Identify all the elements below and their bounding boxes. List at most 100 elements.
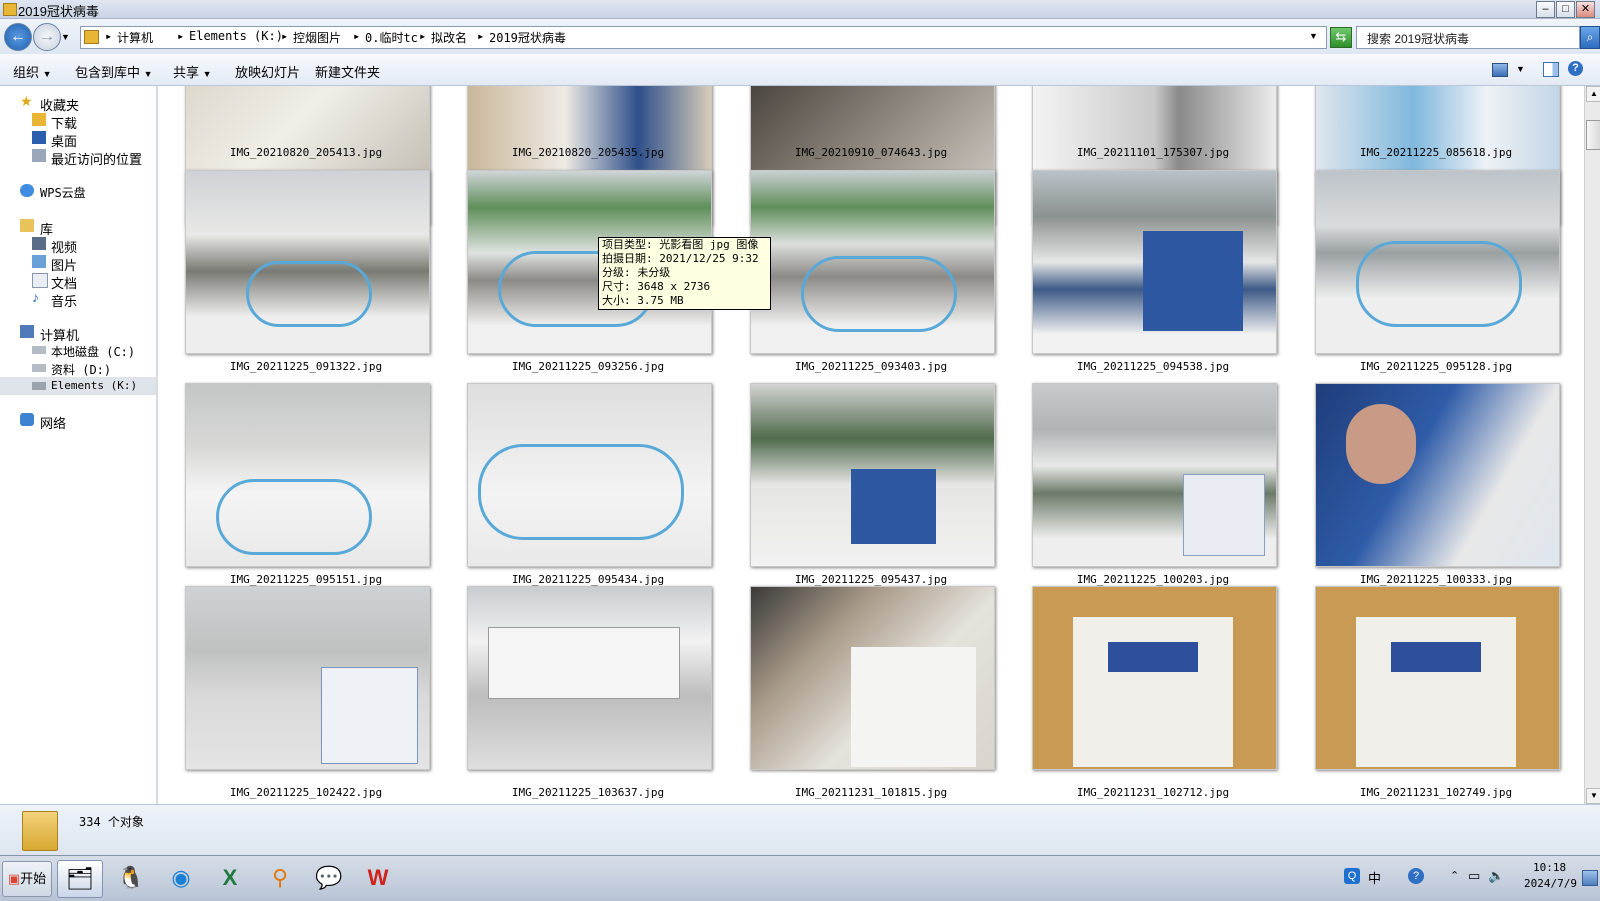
show-desktop-button[interactable] [1582, 870, 1598, 886]
nav-network[interactable]: 网络 [0, 412, 150, 431]
breadcrumb-sep-icon[interactable]: ▸ [353, 29, 360, 43]
thumbnail[interactable] [185, 170, 430, 354]
nav-computer[interactable]: 计算机 [0, 324, 150, 343]
breadcrumb-nigaiming[interactable]: 拟改名 [431, 29, 467, 46]
start-button[interactable]: ▣开始 [2, 861, 52, 897]
nav-videos[interactable]: 视频 [0, 236, 150, 255]
file-name[interactable]: IMG_20211225_103637.jpg [458, 786, 718, 799]
ime-indicator[interactable]: 中 [1368, 868, 1381, 887]
breadcrumb-elements[interactable]: Elements (K:) [189, 29, 283, 43]
nav-recent[interactable]: 最近访问的位置 [0, 148, 150, 167]
thumbnail[interactable] [1315, 170, 1560, 354]
view-dropdown-icon[interactable]: ▼ [1516, 64, 1525, 74]
nav-desktop[interactable]: 桌面 [0, 130, 150, 149]
nav-music[interactable]: ♪ 音乐 [0, 289, 150, 309]
file-name[interactable]: IMG_20211225_093403.jpg [741, 360, 1001, 373]
breadcrumb-kongyan[interactable]: 控烟图片 [293, 29, 341, 46]
minimize-button[interactable]: – [1536, 1, 1555, 18]
nav-downloads[interactable]: 下载 [0, 112, 150, 131]
file-name[interactable]: IMG_20211225_095128.jpg [1306, 360, 1566, 373]
file-name[interactable]: IMG_20211225_100333.jpg [1306, 573, 1566, 586]
file-name[interactable]: IMG_20211225_093256.jpg [458, 360, 718, 373]
file-name[interactable]: IMG_20211225_100203.jpg [1023, 573, 1283, 586]
thumbnail[interactable] [750, 586, 995, 770]
help-tray-icon[interactable]: ? [1408, 868, 1424, 884]
slideshow-button[interactable]: 放映幻灯片 [235, 62, 300, 81]
share-menu[interactable]: 共享 ▼ [173, 62, 212, 81]
nav-wps-cloud[interactable]: WPS云盘 [0, 183, 150, 201]
breadcrumb-sep-icon[interactable]: ▸ [477, 29, 484, 43]
network-tray-icon[interactable]: ▭ [1468, 868, 1480, 884]
file-name[interactable]: IMG_20211225_102422.jpg [176, 786, 436, 799]
scroll-down-arrow-icon[interactable]: ▼ [1586, 788, 1600, 804]
organize-menu[interactable]: 组织 ▼ [13, 62, 52, 81]
thumbnail[interactable] [185, 586, 430, 770]
forward-button[interactable]: → [33, 23, 61, 51]
clock-time[interactable]: 10:18 [1533, 861, 1566, 874]
breadcrumb-computer[interactable]: 计算机 [117, 29, 153, 46]
back-button[interactable]: ← [4, 23, 32, 51]
breadcrumb-sep-icon[interactable]: ▸ [105, 29, 112, 43]
thumbnail[interactable] [1032, 170, 1277, 354]
address-dropdown-icon[interactable]: ▼ [1309, 31, 1318, 41]
explorer-taskbar-icon[interactable]: 🗂 [57, 860, 103, 898]
search-input[interactable]: 搜索 2019冠状病毒 [1356, 26, 1580, 49]
file-name[interactable]: IMG_20211231_102749.jpg [1306, 786, 1566, 799]
scroll-thumb[interactable] [1586, 120, 1600, 150]
close-button[interactable]: ✕ [1576, 1, 1595, 18]
thumbnail[interactable] [467, 586, 712, 770]
nav-pictures[interactable]: 图片 [0, 254, 150, 273]
nav-favorites[interactable]: ★ 收藏夹 [0, 93, 150, 113]
recent-pages-dropdown[interactable]: ▼ [61, 32, 70, 42]
breadcrumb-current[interactable]: 2019冠状病毒 [489, 29, 566, 46]
clock-date[interactable]: 2024/7/9 [1524, 877, 1577, 890]
volume-icon[interactable]: 🔈 [1488, 868, 1504, 884]
thumbnail[interactable] [185, 383, 430, 567]
thumbnail[interactable] [1032, 586, 1277, 770]
scroll-up-arrow-icon[interactable]: ▲ [1586, 86, 1600, 102]
thumbnail[interactable] [750, 383, 995, 567]
thumbnail[interactable] [1032, 383, 1277, 567]
file-name[interactable]: IMG_20211225_095437.jpg [741, 573, 1001, 586]
excel-taskbar-icon[interactable]: X [208, 860, 252, 896]
file-name[interactable]: IMG_20211225_095434.jpg [458, 573, 718, 586]
vertical-scrollbar[interactable]: ▲ ▼ [1584, 86, 1600, 804]
thumbnail[interactable] [467, 383, 712, 567]
thumbnail[interactable] [1315, 383, 1560, 567]
file-name[interactable]: IMG_20210820_205435.jpg [458, 146, 718, 159]
show-hidden-icons[interactable]: ⌃ [1450, 869, 1459, 882]
file-name[interactable]: IMG_20211231_102712.jpg [1023, 786, 1283, 799]
new-folder-button[interactable]: 新建文件夹 [315, 62, 380, 81]
qq-taskbar-icon[interactable]: 🐧 [109, 860, 153, 896]
file-name[interactable]: IMG_20211225_094538.jpg [1023, 360, 1283, 373]
magnifier-taskbar-icon[interactable]: ⚲ [258, 860, 302, 896]
file-name[interactable]: IMG_20211231_101815.jpg [741, 786, 1001, 799]
nav-elements-selected[interactable]: Elements (K:) [0, 377, 156, 395]
file-name[interactable]: IMG_20211101_175307.jpg [1023, 146, 1283, 159]
tray-app-icon[interactable]: Q [1344, 868, 1360, 884]
thumbnail[interactable] [750, 170, 995, 354]
search-icon[interactable]: ⌕ [1580, 26, 1600, 49]
file-name[interactable]: IMG_20211225_095151.jpg [176, 573, 436, 586]
refresh-icon[interactable]: ⇆ [1330, 27, 1352, 48]
file-name[interactable]: IMG_20211225_091322.jpg [176, 360, 436, 373]
nav-documents[interactable]: 文档 [0, 272, 150, 291]
wechat-taskbar-icon[interactable]: 💬 [307, 860, 351, 896]
include-library-menu[interactable]: 包含到库中 ▼ [75, 62, 153, 81]
nav-data-disk[interactable]: 资料 (D:) [0, 360, 150, 378]
nav-local-disk[interactable]: 本地磁盘 (C:) [0, 342, 150, 360]
change-view-icon[interactable] [1492, 63, 1508, 77]
breadcrumb-sep-icon[interactable]: ▸ [419, 29, 426, 43]
preview-pane-icon[interactable] [1543, 62, 1559, 77]
file-name[interactable]: IMG_20210820_205413.jpg [176, 146, 436, 159]
maximize-button[interactable]: □ [1556, 1, 1575, 18]
thumbnail[interactable] [1315, 586, 1560, 770]
breadcrumb-sep-icon[interactable]: ▸ [177, 29, 184, 43]
edge-taskbar-icon[interactable]: ◉ [159, 860, 203, 896]
breadcrumb-sep-icon[interactable]: ▸ [281, 29, 288, 43]
wps-taskbar-icon[interactable]: W [356, 860, 400, 896]
nav-libraries[interactable]: 库 [0, 218, 150, 237]
file-name[interactable]: IMG_20210910_074643.jpg [741, 146, 1001, 159]
address-field[interactable]: ▸ 计算机 ▸ Elements (K:) ▸ 控烟图片 ▸ 0.临时tc ▸ … [80, 26, 1327, 49]
file-name[interactable]: IMG_20211225_085618.jpg [1306, 146, 1566, 159]
